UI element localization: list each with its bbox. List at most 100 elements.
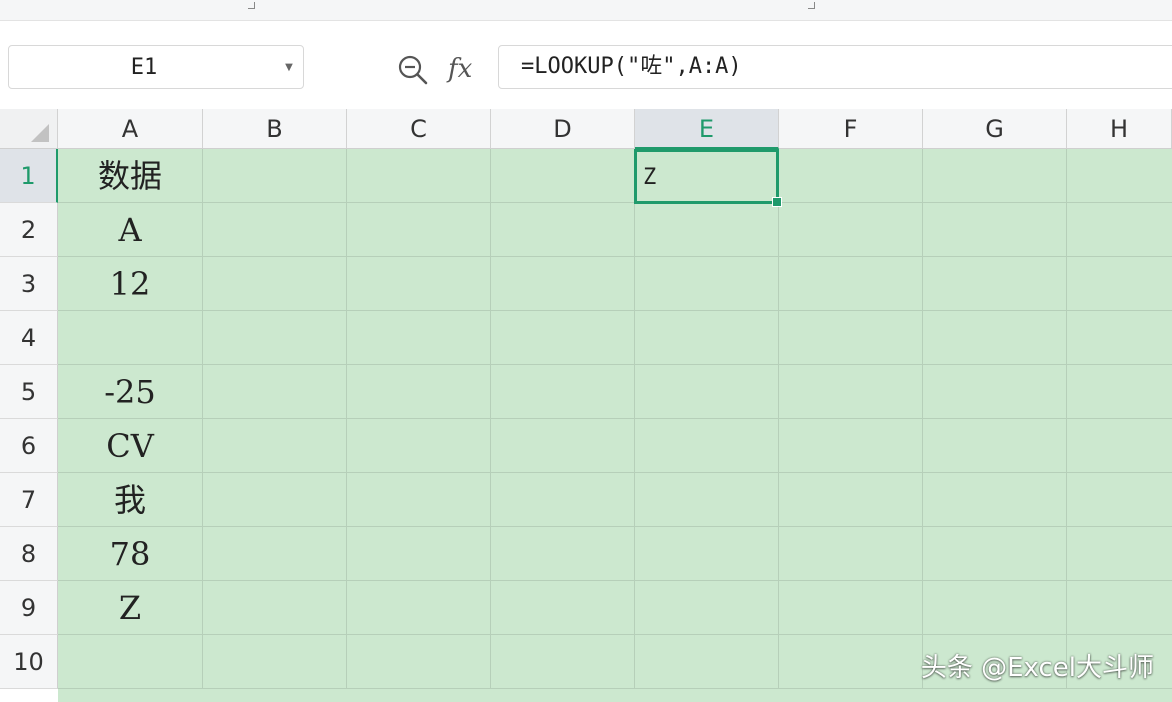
cell-g6[interactable] bbox=[923, 419, 1067, 473]
cell-h5[interactable] bbox=[1067, 365, 1172, 419]
selected-cell-e1[interactable]: Z bbox=[634, 149, 782, 207]
row-header-5[interactable]: 5 bbox=[0, 365, 58, 419]
column-header-a[interactable]: A bbox=[58, 109, 203, 149]
row-header-7[interactable]: 7 bbox=[0, 473, 58, 527]
cell-d4[interactable] bbox=[491, 311, 635, 365]
cell-f9[interactable] bbox=[779, 581, 923, 635]
column-header-e[interactable]: E bbox=[635, 109, 779, 149]
cell-e3[interactable] bbox=[635, 257, 779, 311]
row-header-1[interactable]: 1 bbox=[0, 149, 58, 203]
column-header-g[interactable]: G bbox=[923, 109, 1067, 149]
cell-f1[interactable] bbox=[779, 149, 923, 203]
row-header-10[interactable]: 10 bbox=[0, 635, 58, 689]
cell-d8[interactable] bbox=[491, 527, 635, 581]
cell-a9[interactable]: Z bbox=[58, 581, 203, 635]
cell-d3[interactable] bbox=[491, 257, 635, 311]
cell-b9[interactable] bbox=[203, 581, 347, 635]
cell-d6[interactable] bbox=[491, 419, 635, 473]
cell-c9[interactable] bbox=[347, 581, 491, 635]
cell-d1[interactable] bbox=[491, 149, 635, 203]
cell-h3[interactable] bbox=[1067, 257, 1172, 311]
row-header-2[interactable]: 2 bbox=[0, 203, 58, 257]
cell-f2[interactable] bbox=[779, 203, 923, 257]
cell-e2[interactable] bbox=[635, 203, 779, 257]
name-box[interactable]: E1 ▼ bbox=[8, 45, 304, 89]
cell-d5[interactable] bbox=[491, 365, 635, 419]
cell-c7[interactable] bbox=[347, 473, 491, 527]
cell-c6[interactable] bbox=[347, 419, 491, 473]
cell-a3[interactable]: 12 bbox=[58, 257, 203, 311]
row-header-4[interactable]: 4 bbox=[0, 311, 58, 365]
cell-e9[interactable] bbox=[635, 581, 779, 635]
cell-f7[interactable] bbox=[779, 473, 923, 527]
cell-g4[interactable] bbox=[923, 311, 1067, 365]
cell-f6[interactable] bbox=[779, 419, 923, 473]
fx-icon[interactable]: fx bbox=[448, 49, 472, 89]
cell-g9[interactable] bbox=[923, 581, 1067, 635]
cell-g3[interactable] bbox=[923, 257, 1067, 311]
cell-c2[interactable] bbox=[347, 203, 491, 257]
formula-input[interactable]: =LOOKUP("咗",A:A) bbox=[498, 45, 1172, 89]
cell-h4[interactable] bbox=[1067, 311, 1172, 365]
cell-h1[interactable] bbox=[1067, 149, 1172, 203]
cell-c1[interactable] bbox=[347, 149, 491, 203]
fill-handle[interactable] bbox=[772, 197, 782, 207]
row-header-8[interactable]: 8 bbox=[0, 527, 58, 581]
cell-h2[interactable] bbox=[1067, 203, 1172, 257]
cell-a1[interactable]: 数据 bbox=[58, 149, 203, 203]
cell-e7[interactable] bbox=[635, 473, 779, 527]
cell-g2[interactable] bbox=[923, 203, 1067, 257]
cell-d9[interactable] bbox=[491, 581, 635, 635]
cell-a10[interactable] bbox=[58, 635, 203, 689]
cell-e8[interactable] bbox=[635, 527, 779, 581]
cell-a6[interactable]: CV bbox=[58, 419, 203, 473]
cell-c5[interactable] bbox=[347, 365, 491, 419]
cell-a7[interactable]: 我 bbox=[58, 473, 203, 527]
cell-e10[interactable] bbox=[635, 635, 779, 689]
row-header-3[interactable]: 3 bbox=[0, 257, 58, 311]
cell-c4[interactable] bbox=[347, 311, 491, 365]
column-header-c[interactable]: C bbox=[347, 109, 491, 149]
cell-b10[interactable] bbox=[203, 635, 347, 689]
cell-d10[interactable] bbox=[491, 635, 635, 689]
cell-e4[interactable] bbox=[635, 311, 779, 365]
cell-a2[interactable]: A bbox=[58, 203, 203, 257]
cell-b4[interactable] bbox=[203, 311, 347, 365]
column-header-d[interactable]: D bbox=[491, 109, 635, 149]
row-header-9[interactable]: 9 bbox=[0, 581, 58, 635]
cell-c8[interactable] bbox=[347, 527, 491, 581]
cell-d2[interactable] bbox=[491, 203, 635, 257]
cell-f8[interactable] bbox=[779, 527, 923, 581]
cell-b8[interactable] bbox=[203, 527, 347, 581]
cell-e6[interactable] bbox=[635, 419, 779, 473]
column-header-b[interactable]: B bbox=[203, 109, 347, 149]
cell-a4[interactable] bbox=[58, 311, 203, 365]
cell-f5[interactable] bbox=[779, 365, 923, 419]
cell-h6[interactable] bbox=[1067, 419, 1172, 473]
cell-area[interactable]: 数据 A 12 -25 CV 我 78 Z Z bbox=[58, 149, 1172, 702]
cell-f3[interactable] bbox=[779, 257, 923, 311]
cell-h9[interactable] bbox=[1067, 581, 1172, 635]
cell-e5[interactable] bbox=[635, 365, 779, 419]
cell-b6[interactable] bbox=[203, 419, 347, 473]
zoom-formula-icon[interactable] bbox=[396, 53, 430, 87]
cell-a8[interactable]: 78 bbox=[58, 527, 203, 581]
cell-c3[interactable] bbox=[347, 257, 491, 311]
chevron-down-icon[interactable]: ▼ bbox=[281, 46, 297, 90]
cell-c10[interactable] bbox=[347, 635, 491, 689]
cell-h8[interactable] bbox=[1067, 527, 1172, 581]
cell-b2[interactable] bbox=[203, 203, 347, 257]
cell-g1[interactable] bbox=[923, 149, 1067, 203]
cell-h7[interactable] bbox=[1067, 473, 1172, 527]
cell-b3[interactable] bbox=[203, 257, 347, 311]
cell-b5[interactable] bbox=[203, 365, 347, 419]
select-all-corner[interactable] bbox=[0, 109, 58, 149]
cell-f10[interactable] bbox=[779, 635, 923, 689]
cell-d7[interactable] bbox=[491, 473, 635, 527]
row-header-6[interactable]: 6 bbox=[0, 419, 58, 473]
cell-b1[interactable] bbox=[203, 149, 347, 203]
column-header-f[interactable]: F bbox=[779, 109, 923, 149]
cell-b7[interactable] bbox=[203, 473, 347, 527]
cell-f4[interactable] bbox=[779, 311, 923, 365]
column-header-h[interactable]: H bbox=[1067, 109, 1172, 149]
